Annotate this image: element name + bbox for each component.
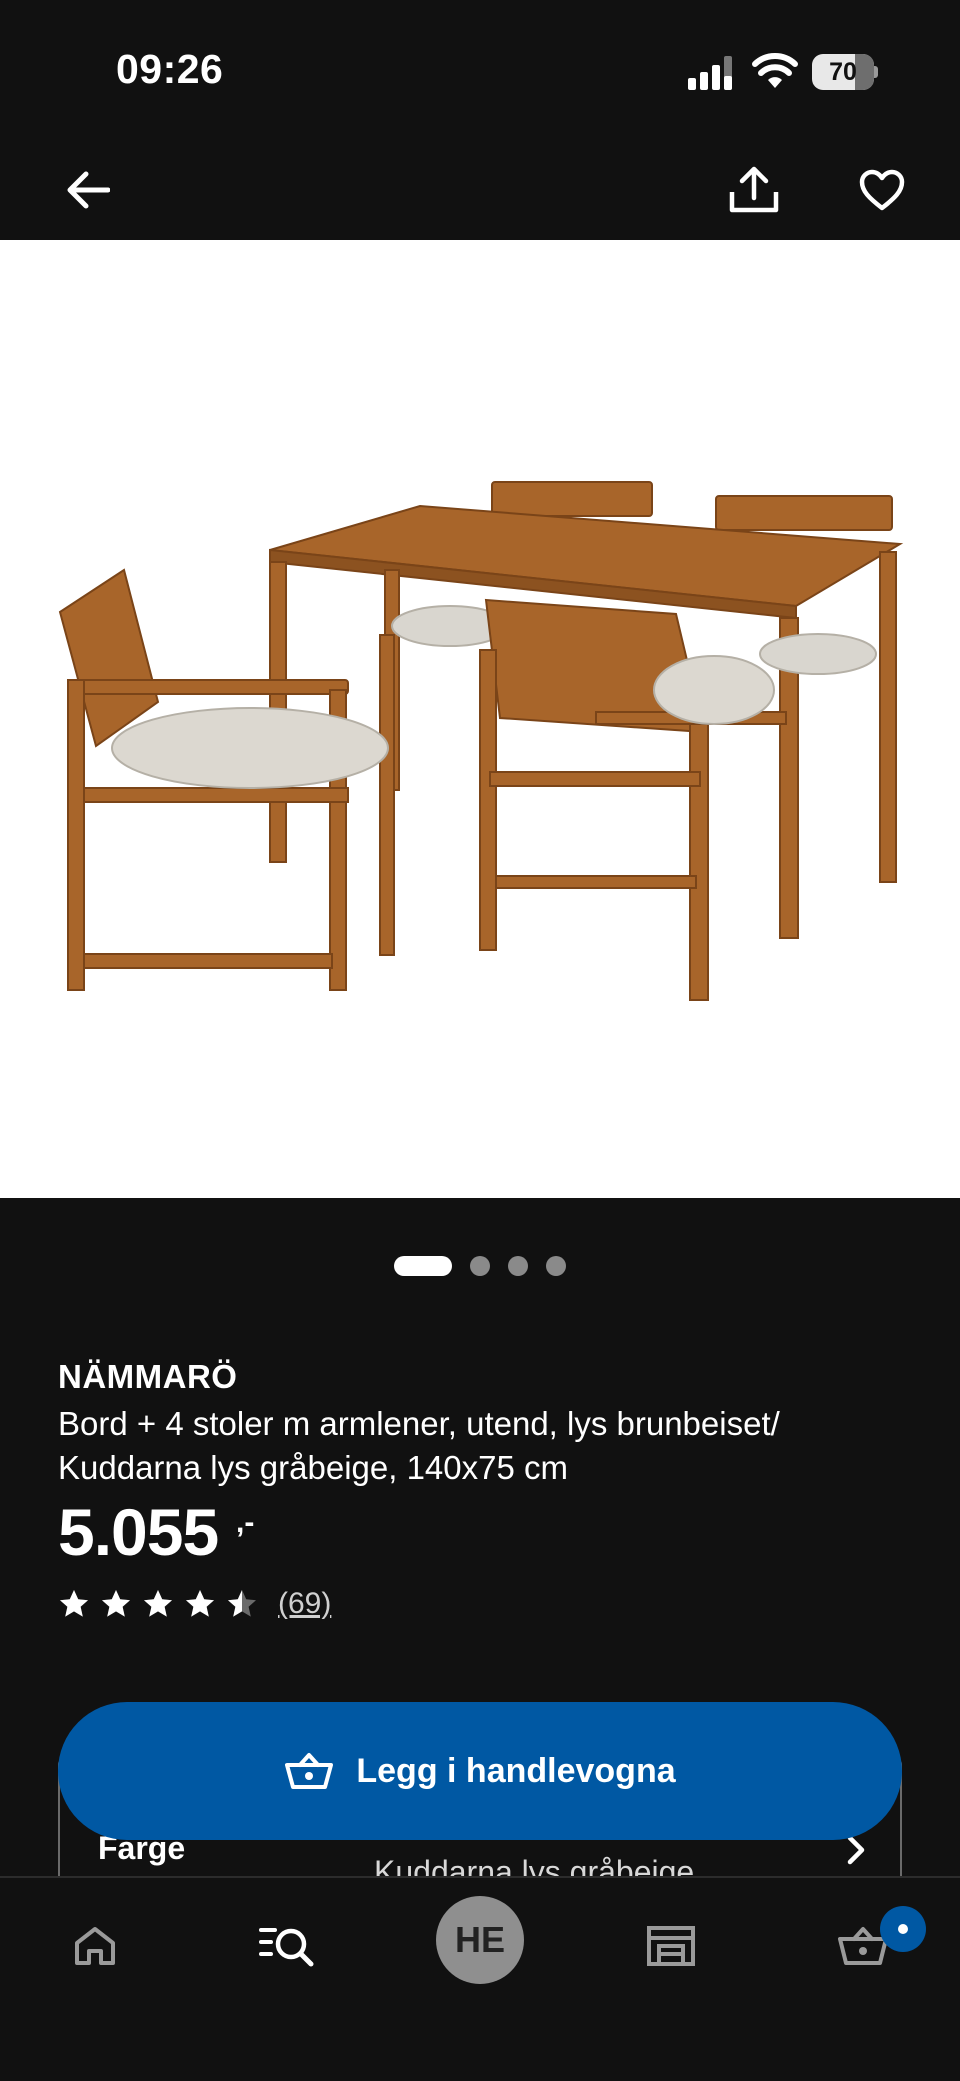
- carousel-dot-3[interactable]: [508, 1256, 528, 1276]
- star-full-icon: [102, 1590, 130, 1617]
- star-half-icon: [228, 1590, 256, 1617]
- product-name: NÄMMARÖ: [58, 1358, 238, 1395]
- carousel-dot-1[interactable]: [394, 1256, 452, 1276]
- carousel-dot-2[interactable]: [470, 1256, 490, 1276]
- rating-stars: [58, 1588, 258, 1620]
- tab-store[interactable]: [616, 1902, 726, 1990]
- arrow-left-icon: [67, 171, 110, 209]
- rating-summary[interactable]: (69): [58, 1586, 331, 1622]
- star-full-icon: [60, 1590, 88, 1617]
- star-full-icon: [144, 1590, 172, 1617]
- top-nav-bar: [0, 140, 960, 240]
- price-suffix: ,-: [236, 1506, 255, 1539]
- profile-initials: HE: [454, 1919, 505, 1960]
- patio-dining-set-illustration: [58, 481, 904, 1001]
- image-carousel-indicator: [0, 1254, 960, 1278]
- bottom-tab-bar: HE: [0, 1876, 960, 2081]
- product-description: Bord + 4 stoler m armlener, utend, lys b…: [58, 1405, 780, 1486]
- cellular-signal-icon: [688, 56, 732, 90]
- status-time: 09:26: [116, 46, 224, 92]
- battery-icon: 70: [812, 54, 878, 90]
- product-image[interactable]: [0, 240, 960, 1198]
- tab-home[interactable]: [40, 1902, 150, 1990]
- basket-icon: [285, 1753, 334, 1789]
- battery-percent: 70: [829, 58, 857, 86]
- wifi-icon: [752, 53, 798, 88]
- share-icon: [729, 166, 779, 213]
- add-to-cart-label: Legg i handlevogna: [356, 1751, 676, 1790]
- share-button[interactable]: [722, 158, 786, 222]
- star-full-icon: [186, 1590, 214, 1617]
- back-button[interactable]: [56, 158, 120, 222]
- favorite-button[interactable]: [850, 158, 914, 222]
- heart-icon: [859, 169, 905, 211]
- status-bar: 09:26 70: [0, 0, 960, 140]
- store-icon: [647, 1926, 695, 1966]
- add-to-cart-button[interactable]: Legg i handlevogna: [58, 1702, 902, 1840]
- cart-badge: [880, 1906, 926, 1952]
- carousel-dot-4[interactable]: [546, 1256, 566, 1276]
- home-icon: [75, 1927, 115, 1965]
- product-price: 5.055: [58, 1495, 219, 1569]
- profile-avatar[interactable]: HE: [436, 1896, 524, 1984]
- chevron-right-icon: [847, 1835, 865, 1865]
- search-list-icon: [259, 1928, 314, 1967]
- tab-search[interactable]: [232, 1902, 342, 1990]
- review-count-link[interactable]: (69): [278, 1587, 331, 1621]
